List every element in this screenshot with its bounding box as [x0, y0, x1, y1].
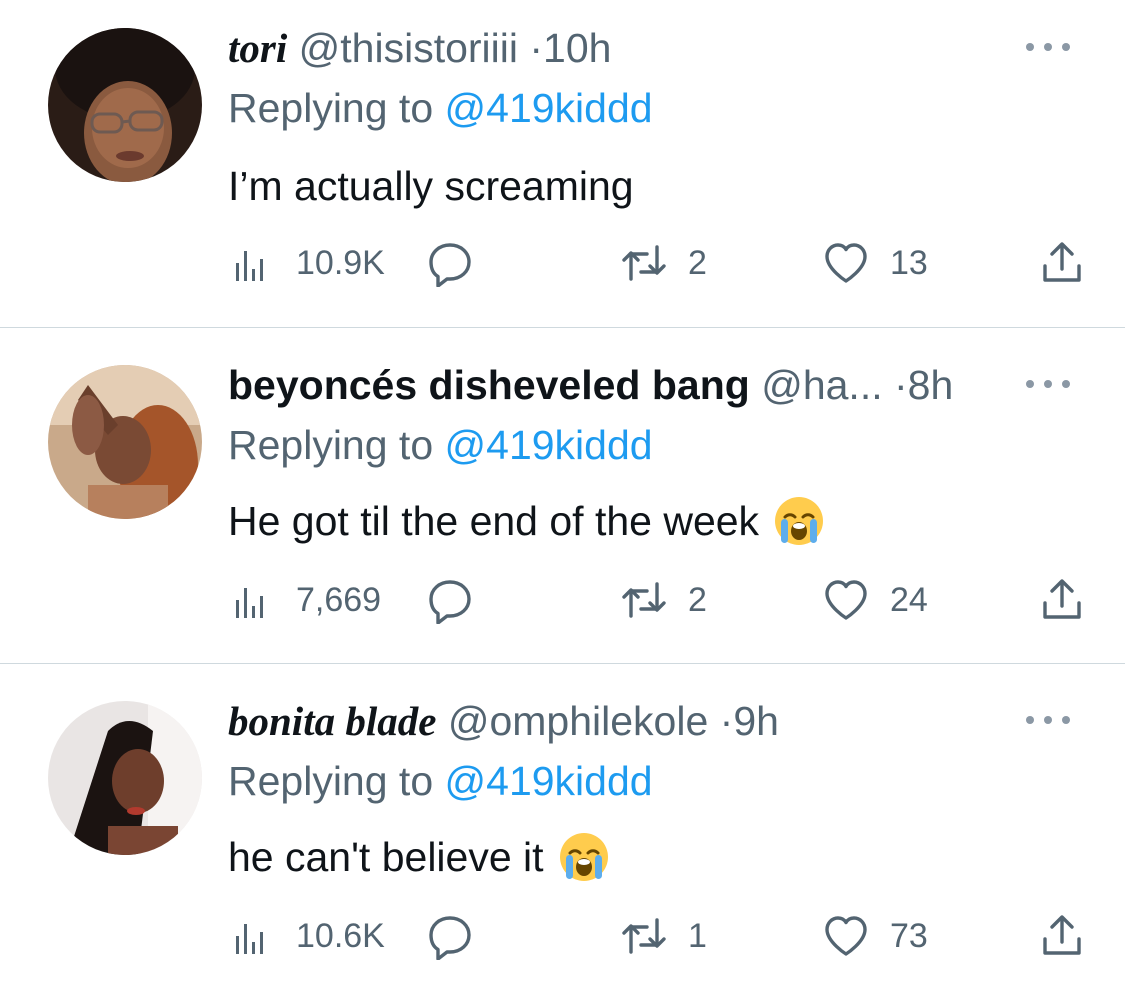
bar-chart-icon [236, 588, 263, 618]
reply-tweet[interactable]: tori @thisistoriiii ·10h Replying to @41… [0, 0, 1125, 330]
loudly-crying-face-icon [558, 831, 610, 883]
reply-bubble-icon [429, 916, 471, 960]
user-handle[interactable]: @thisistoriiii [299, 25, 518, 71]
tweet-text-row: I’m actually screaming [228, 160, 634, 212]
user-handle[interactable]: @omphilekole [448, 698, 708, 744]
loudly-crying-face-icon [773, 495, 825, 547]
timestamp[interactable]: 9h [733, 698, 779, 744]
share-icon [1043, 915, 1081, 955]
avatar-image [48, 701, 202, 855]
tweet-divider [0, 327, 1125, 328]
tweet-text-row: he can't believe it [228, 831, 610, 883]
user-handle[interactable]: @ha... [761, 362, 882, 408]
views-count: 10.6K [296, 916, 385, 955]
avatar[interactable] [48, 365, 202, 519]
bar-chart-icon [236, 924, 263, 954]
replying-prefix: Replying to [228, 85, 434, 131]
display-name[interactable]: tori [228, 25, 287, 71]
display-name[interactable]: beyoncés disheveled bang [228, 362, 750, 408]
action-bar: 10.6K 1 73 [228, 911, 1088, 961]
like-action[interactable]: 73 [822, 911, 928, 961]
tweet-header: beyoncés disheveled bang @ha... ·8h [228, 360, 1015, 410]
replying-prefix: Replying to [228, 758, 434, 804]
views-action[interactable]: 7,669 [228, 575, 381, 625]
reply-bubble-icon [429, 243, 471, 287]
more-dots-icon[interactable] [1026, 713, 1070, 727]
like-action[interactable]: 13 [822, 238, 928, 288]
retweet-count: 1 [688, 916, 707, 955]
timestamp[interactable]: 10h [543, 25, 611, 71]
avatar-image [48, 28, 202, 182]
tweet-text: I’m actually screaming [228, 163, 634, 209]
retweet-icon [622, 245, 666, 281]
views-action[interactable]: 10.6K [228, 911, 385, 961]
reply-action[interactable] [426, 911, 474, 961]
views-count: 10.9K [296, 243, 385, 282]
retweet-action[interactable]: 2 [620, 575, 707, 625]
avatar[interactable] [48, 701, 202, 855]
like-action[interactable]: 24 [822, 575, 928, 625]
reply-bubble-icon [429, 580, 471, 624]
display-name[interactable]: bonita blade [228, 698, 436, 744]
heart-icon [825, 916, 867, 956]
avatar[interactable] [48, 28, 202, 182]
replying-to-mention[interactable]: @419kiddd [445, 422, 653, 468]
separator-dot: · [529, 25, 544, 71]
avatar-image [48, 365, 202, 519]
replying-to-mention[interactable]: @419kiddd [445, 758, 653, 804]
replying-to-line: Replying to @419kiddd [228, 83, 653, 133]
replying-to-line: Replying to @419kiddd [228, 420, 653, 470]
reply-action[interactable] [426, 238, 474, 288]
tweet-divider [0, 663, 1125, 664]
action-bar: 10.9K 2 13 [228, 238, 1088, 288]
retweet-action[interactable]: 2 [620, 238, 707, 288]
share-action[interactable] [1038, 911, 1086, 961]
replying-to-mention[interactable]: @419kiddd [445, 85, 653, 131]
more-dots-icon[interactable] [1026, 40, 1070, 54]
share-icon [1043, 579, 1081, 619]
like-count: 73 [890, 916, 928, 955]
retweet-action[interactable]: 1 [620, 911, 707, 961]
heart-icon [825, 580, 867, 620]
views-count: 7,669 [296, 580, 382, 619]
retweet-count: 2 [688, 243, 707, 282]
heart-icon [825, 243, 867, 283]
like-count: 24 [890, 580, 928, 619]
share-action[interactable] [1038, 575, 1086, 625]
separator-dot: · [894, 362, 908, 408]
bar-chart-icon [236, 251, 263, 281]
more-dots-icon[interactable] [1026, 377, 1070, 391]
views-action[interactable]: 10.9K [228, 238, 385, 288]
share-icon [1043, 242, 1081, 282]
action-bar: 7,669 2 24 [228, 575, 1088, 625]
tweet-text: He got til the end of the week [228, 498, 760, 544]
share-action[interactable] [1038, 238, 1086, 288]
reply-tweet[interactable]: bonita blade @omphilekole ·9h Replying t… [0, 666, 1125, 996]
retweet-icon [622, 918, 666, 954]
reply-action[interactable] [426, 575, 474, 625]
replying-prefix: Replying to [228, 422, 434, 468]
like-count: 13 [890, 243, 928, 282]
tweet-header: tori @thisistoriiii ·10h [228, 23, 1015, 73]
retweet-count: 2 [688, 580, 707, 619]
retweet-icon [622, 582, 666, 618]
tweet-text: he can't believe it [228, 834, 544, 880]
separator-dot: · [719, 698, 734, 744]
tweet-text-row: He got til the end of the week [228, 495, 825, 547]
timestamp[interactable]: 8h [908, 362, 954, 408]
tweet-header: bonita blade @omphilekole ·9h [228, 696, 1015, 746]
reply-tweet[interactable]: beyoncés disheveled bang @ha... ·8h Repl… [0, 331, 1125, 661]
replying-to-line: Replying to @419kiddd [228, 756, 653, 806]
